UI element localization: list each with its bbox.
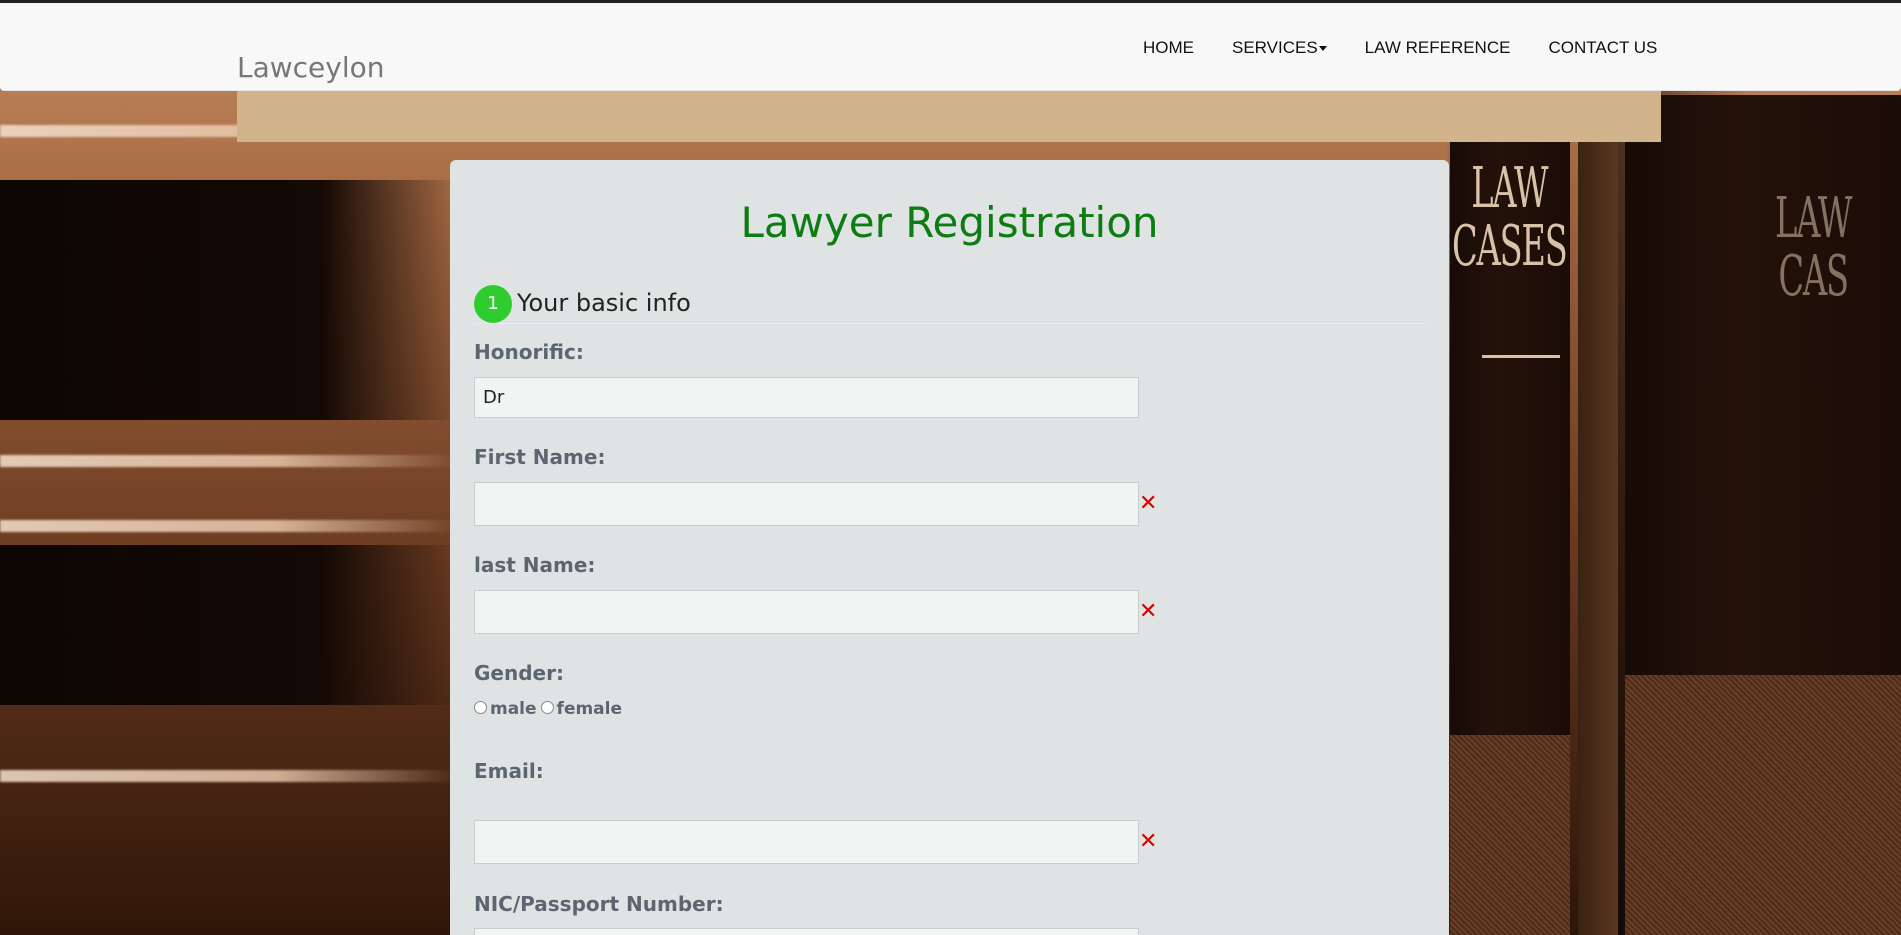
registration-form-card: Lawyer Registration 1 Your basic info Ho…	[450, 160, 1449, 935]
step-number-badge: 1	[474, 285, 512, 323]
nav-home[interactable]: HOME	[1143, 38, 1213, 58]
main-nav: HOME SERVICES LAW REFERENCE CONTACT US	[1143, 38, 1676, 58]
nav-services[interactable]: SERVICES	[1213, 38, 1346, 58]
brand-logo-link[interactable]: Lawceylon	[237, 51, 385, 84]
nic-passport-label: NIC/Passport Number:	[474, 892, 724, 916]
shelf-shadow	[0, 545, 460, 705]
shelf-highlight	[0, 455, 460, 467]
email-label: Email:	[474, 759, 544, 783]
gender-radio-group: male female	[474, 699, 626, 719]
gender-male-label: male	[490, 699, 537, 719]
nav-law-reference[interactable]: LAW REFERENCE	[1346, 38, 1530, 58]
nic-passport-input[interactable]	[474, 928, 1139, 935]
caret-down-icon	[1318, 46, 1327, 52]
email-input[interactable]	[474, 820, 1139, 864]
honorific-input[interactable]	[474, 377, 1139, 418]
first-name-input[interactable]	[474, 482, 1139, 526]
section-title: Your basic info	[517, 289, 691, 317]
gender-female-radio[interactable]	[540, 700, 554, 714]
nav-services-label: SERVICES	[1232, 38, 1318, 57]
invalid-x-icon: ✕	[1139, 599, 1158, 624]
honorific-label: Honorific:	[474, 340, 584, 364]
gender-female-label: female	[556, 699, 623, 719]
invalid-x-icon: ✕	[1139, 829, 1158, 854]
shelf-highlight	[0, 520, 460, 532]
top-navbar: Lawceylon HOME SERVICES LAW REFERENCE CO…	[0, 0, 1901, 91]
book-edge	[1578, 90, 1618, 935]
first-name-label: First Name:	[474, 445, 606, 469]
book-spine: LAW CASES	[1450, 90, 1570, 935]
book-spine: LAW CAS	[1625, 95, 1901, 935]
gender-male-radio[interactable]	[474, 700, 487, 714]
shelf-shadow	[0, 180, 460, 420]
header-band	[237, 91, 1661, 142]
book-spine-title: LAW CASES	[1452, 156, 1568, 279]
section-header: 1 Your basic info	[474, 285, 1427, 324]
invalid-x-icon: ✕	[1139, 491, 1158, 516]
gender-label: Gender:	[474, 661, 564, 685]
book-spine-title: LAW CAS	[1775, 186, 1852, 309]
last-name-label: last Name:	[474, 553, 596, 577]
nav-contact-us[interactable]: CONTACT US	[1529, 38, 1676, 58]
page-title: Lawyer Registration	[740, 198, 1159, 247]
shelf-highlight	[0, 770, 460, 782]
last-name-input[interactable]	[474, 590, 1139, 634]
